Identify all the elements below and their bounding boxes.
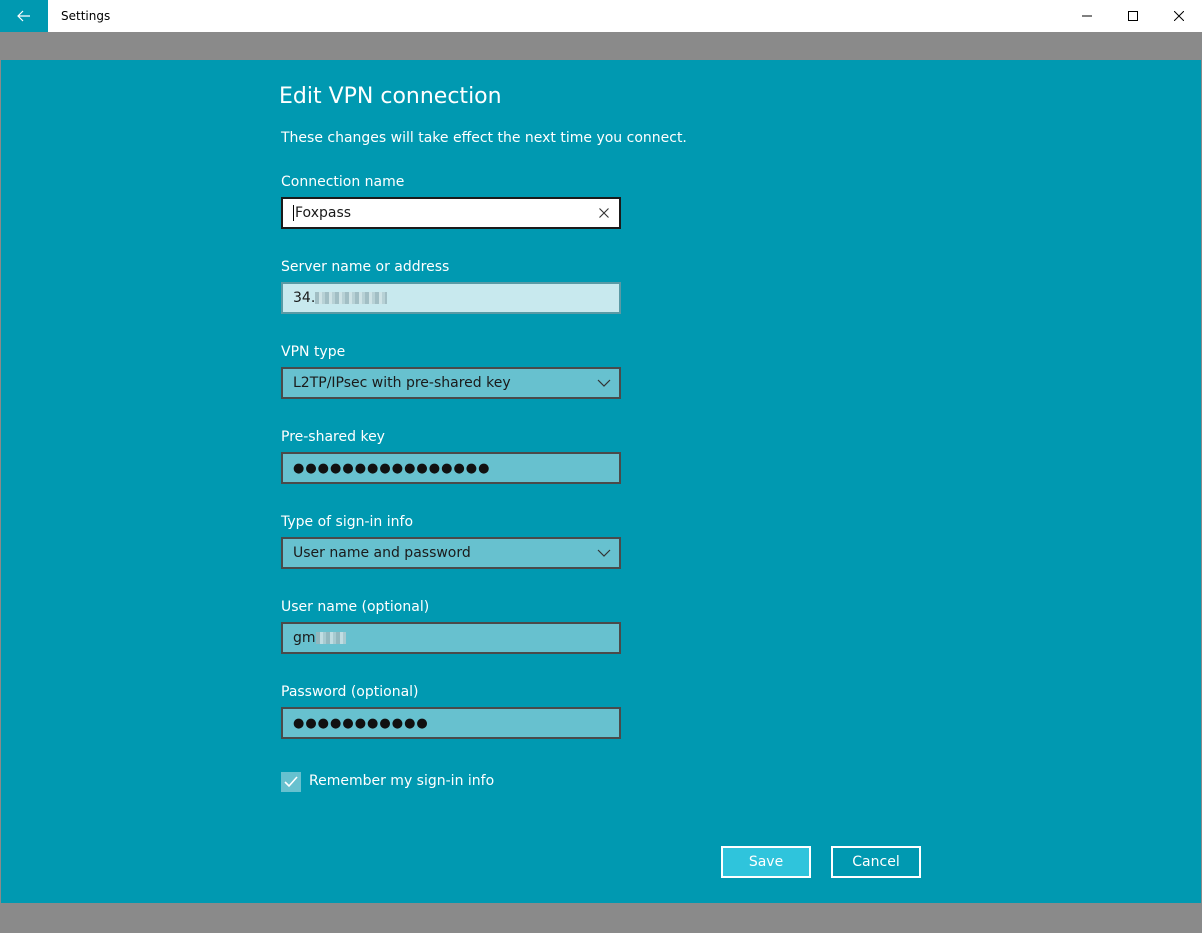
remember-checkbox[interactable] [281, 772, 301, 792]
signin-type-value: User name and password [293, 545, 471, 561]
minimize-icon [1082, 15, 1092, 17]
connection-name-value: Foxpass [295, 205, 352, 221]
vpn-edit-dialog: Edit VPN connection These changes will t… [1, 60, 1201, 903]
top-backdrop [0, 32, 1202, 60]
signin-type-select[interactable]: User name and password [281, 537, 621, 569]
chevron-down-icon [597, 549, 611, 557]
password-value: ●●●●●●●●●●● [293, 715, 429, 731]
server-input[interactable]: 34. [281, 282, 621, 314]
maximize-button[interactable] [1110, 0, 1156, 32]
server-value: 34. [293, 290, 316, 306]
server-label: Server name or address [281, 259, 450, 275]
username-value: gm [293, 630, 316, 646]
redacted-text [315, 632, 346, 644]
window-title: Settings [61, 9, 111, 23]
vpn-type-label: VPN type [281, 344, 346, 360]
password-input[interactable]: ●●●●●●●●●●● [281, 707, 621, 739]
back-button[interactable] [0, 0, 48, 32]
close-icon [599, 208, 609, 218]
password-label: Password (optional) [281, 684, 419, 700]
dialog-subtitle: These changes will take effect the next … [281, 130, 687, 146]
vpn-type-value: L2TP/IPsec with pre-shared key [293, 375, 511, 391]
minimize-button[interactable] [1064, 0, 1110, 32]
username-label: User name (optional) [281, 599, 430, 615]
dialog-title: Edit VPN connection [279, 84, 502, 109]
username-input[interactable]: gm [281, 622, 621, 654]
text-caret [293, 205, 294, 221]
connection-name-input[interactable]: Foxpass [281, 197, 621, 229]
cancel-button[interactable]: Cancel [831, 846, 921, 878]
save-button[interactable]: Save [721, 846, 811, 878]
psk-label: Pre-shared key [281, 429, 385, 445]
title-bar: Settings [0, 0, 1202, 32]
redacted-text [315, 292, 388, 304]
clear-text-button[interactable] [597, 206, 611, 220]
vpn-type-select[interactable]: L2TP/IPsec with pre-shared key [281, 367, 621, 399]
remember-label: Remember my sign-in info [309, 773, 495, 789]
close-button[interactable] [1156, 0, 1202, 32]
maximize-icon [1128, 11, 1138, 21]
bottom-backdrop [0, 903, 1202, 933]
close-icon [1174, 11, 1184, 21]
connection-name-label: Connection name [281, 174, 405, 190]
checkmark-icon [284, 776, 298, 788]
psk-input[interactable]: ●●●●●●●●●●●●●●●● [281, 452, 621, 484]
psk-value: ●●●●●●●●●●●●●●●● [293, 460, 491, 476]
chevron-down-icon [597, 379, 611, 387]
signin-type-label: Type of sign-in info [281, 514, 414, 530]
arrow-left-icon [17, 10, 30, 22]
